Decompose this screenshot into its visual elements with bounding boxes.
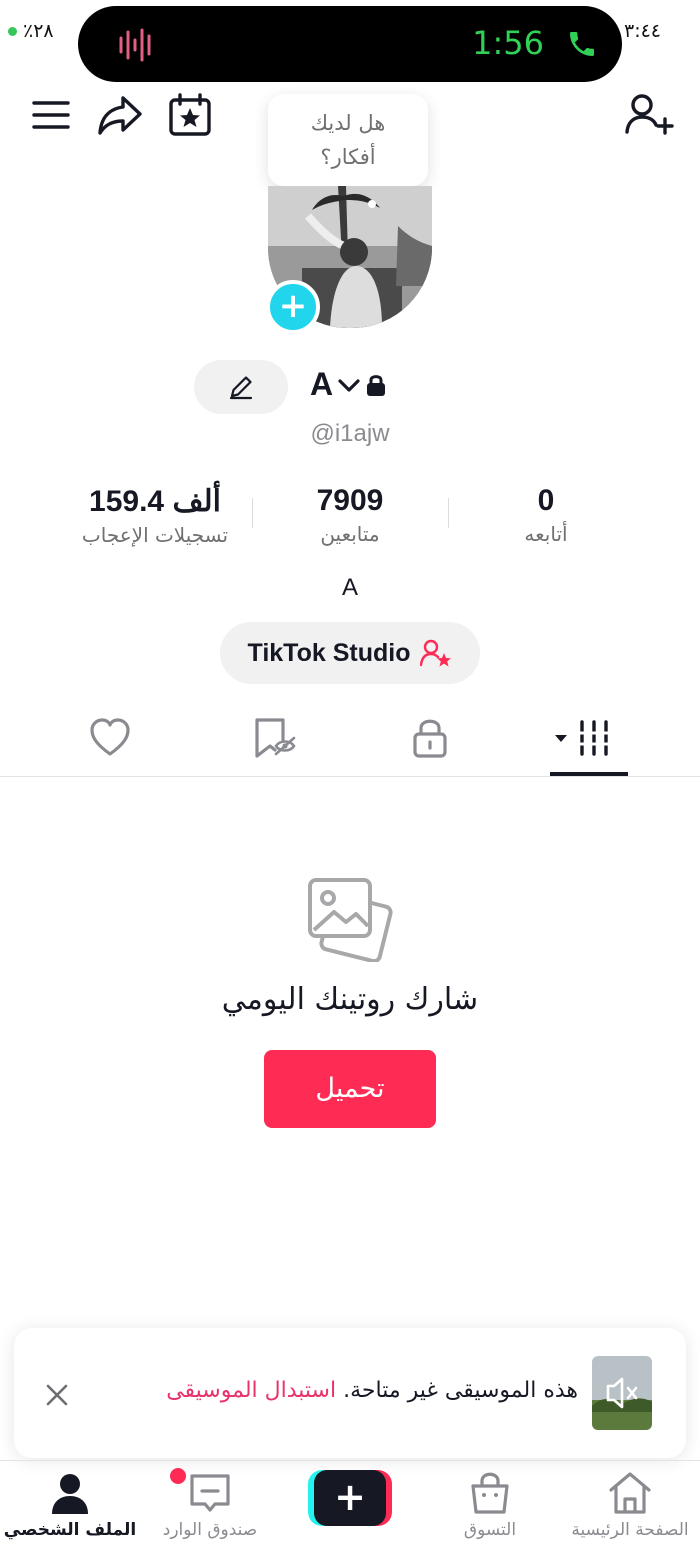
pencil-icon: [229, 376, 253, 400]
status-dot: [8, 26, 17, 36]
studio-label: TikTok Studio: [247, 638, 411, 667]
following-count: 0: [537, 484, 555, 517]
create-icon: +: [314, 1470, 386, 1526]
tab-saved[interactable]: [250, 716, 296, 760]
tooltip-line-2: أفكار؟: [320, 145, 376, 169]
music-unavailable-toast: هذه الموسيقى غير متاحة. استبدال الموسيقى: [14, 1328, 686, 1458]
audio-wave-icon: [118, 28, 154, 62]
heart-icon: [90, 718, 130, 756]
add-avatar-button[interactable]: +: [266, 280, 320, 334]
home-icon: [609, 1472, 651, 1514]
menu-icon[interactable]: [28, 92, 74, 138]
calendar-star-icon[interactable]: [166, 92, 214, 138]
display-name: A: [310, 366, 334, 402]
nav-home[interactable]: الصفحة الرئيسية: [560, 1470, 700, 1540]
creator-star-icon: [420, 638, 452, 668]
lock-icon: [413, 719, 447, 758]
empty-state-title: شارك روتينك اليومي: [221, 982, 479, 1017]
followers-count: 7909: [316, 484, 384, 517]
dynamic-island[interactable]: 1:56: [78, 6, 622, 82]
followers-label: متابعين: [320, 522, 380, 546]
username: @i1ajw: [310, 420, 390, 447]
nav-divider: [0, 1460, 700, 1461]
nav-label-home: الصفحة الرئيسية: [571, 1520, 689, 1540]
toast-text: هذه الموسيقى غير متاحة.: [343, 1378, 578, 1403]
bio: A: [341, 574, 358, 601]
nav-profile[interactable]: الملف الشخصي: [0, 1470, 140, 1540]
lock-icon: [365, 373, 387, 397]
nav-label-inbox: صندوق الوارد: [162, 1520, 258, 1540]
tabs-divider: [0, 776, 700, 777]
likes-count: 159.4 ألف: [89, 485, 221, 518]
chevron-down-icon: [337, 375, 361, 395]
edit-profile-button[interactable]: [194, 360, 288, 414]
photos-icon: [306, 876, 394, 962]
profile-icon: [52, 1474, 88, 1514]
likes-label: تسجيلات الإعجاب: [81, 523, 229, 547]
tab-videos[interactable]: [552, 716, 614, 760]
replace-music-link[interactable]: استبدال الموسيقى: [166, 1378, 336, 1403]
stat-following[interactable]: 0 أتابعه: [486, 484, 606, 546]
nav-inbox[interactable]: صندوق الوارد: [140, 1470, 280, 1540]
stat-divider: [252, 498, 253, 528]
share-icon[interactable]: [96, 92, 144, 138]
toast-message: هذه الموسيقى غير متاحة. استبدال الموسيقى: [166, 1378, 578, 1403]
create-button[interactable]: +: [308, 1470, 392, 1526]
status-time: ٣:٤٤: [624, 20, 662, 42]
shopping-bag-icon: [471, 1472, 509, 1514]
call-timer: 1:56: [472, 24, 544, 62]
tab-private[interactable]: [408, 716, 452, 760]
ideas-tooltip[interactable]: هل لديك أفكار؟: [268, 94, 428, 186]
nav-label-shop: التسوق: [463, 1520, 517, 1540]
nav-label-profile: الملف الشخصي: [3, 1520, 137, 1540]
saved-icon: [255, 718, 296, 758]
close-icon[interactable]: [44, 1382, 70, 1408]
videos-grid-icon: [555, 720, 610, 756]
tiktok-studio-button[interactable]: TikTok Studio: [220, 622, 480, 684]
nav-shop[interactable]: التسوق: [420, 1470, 560, 1540]
tab-liked[interactable]: [88, 716, 132, 760]
add-friend-icon[interactable]: [624, 92, 674, 138]
upload-button[interactable]: تحميل: [264, 1050, 436, 1128]
account-switcher[interactable]: A: [310, 366, 387, 403]
stat-followers[interactable]: 7909 متابعين: [280, 484, 420, 546]
tooltip-line-1: هل لديك: [310, 111, 386, 135]
video-thumbnail[interactable]: [592, 1356, 652, 1430]
battery-status: ٪٢٨: [8, 20, 54, 42]
battery-percent: ٪٢٨: [23, 20, 54, 42]
following-label: أتابعه: [524, 522, 568, 546]
phone-icon: [566, 28, 598, 60]
inbox-icon: [190, 1474, 230, 1512]
stat-likes[interactable]: 159.4 ألف تسجيلات الإعجاب: [60, 484, 250, 547]
stat-divider: [448, 498, 449, 528]
